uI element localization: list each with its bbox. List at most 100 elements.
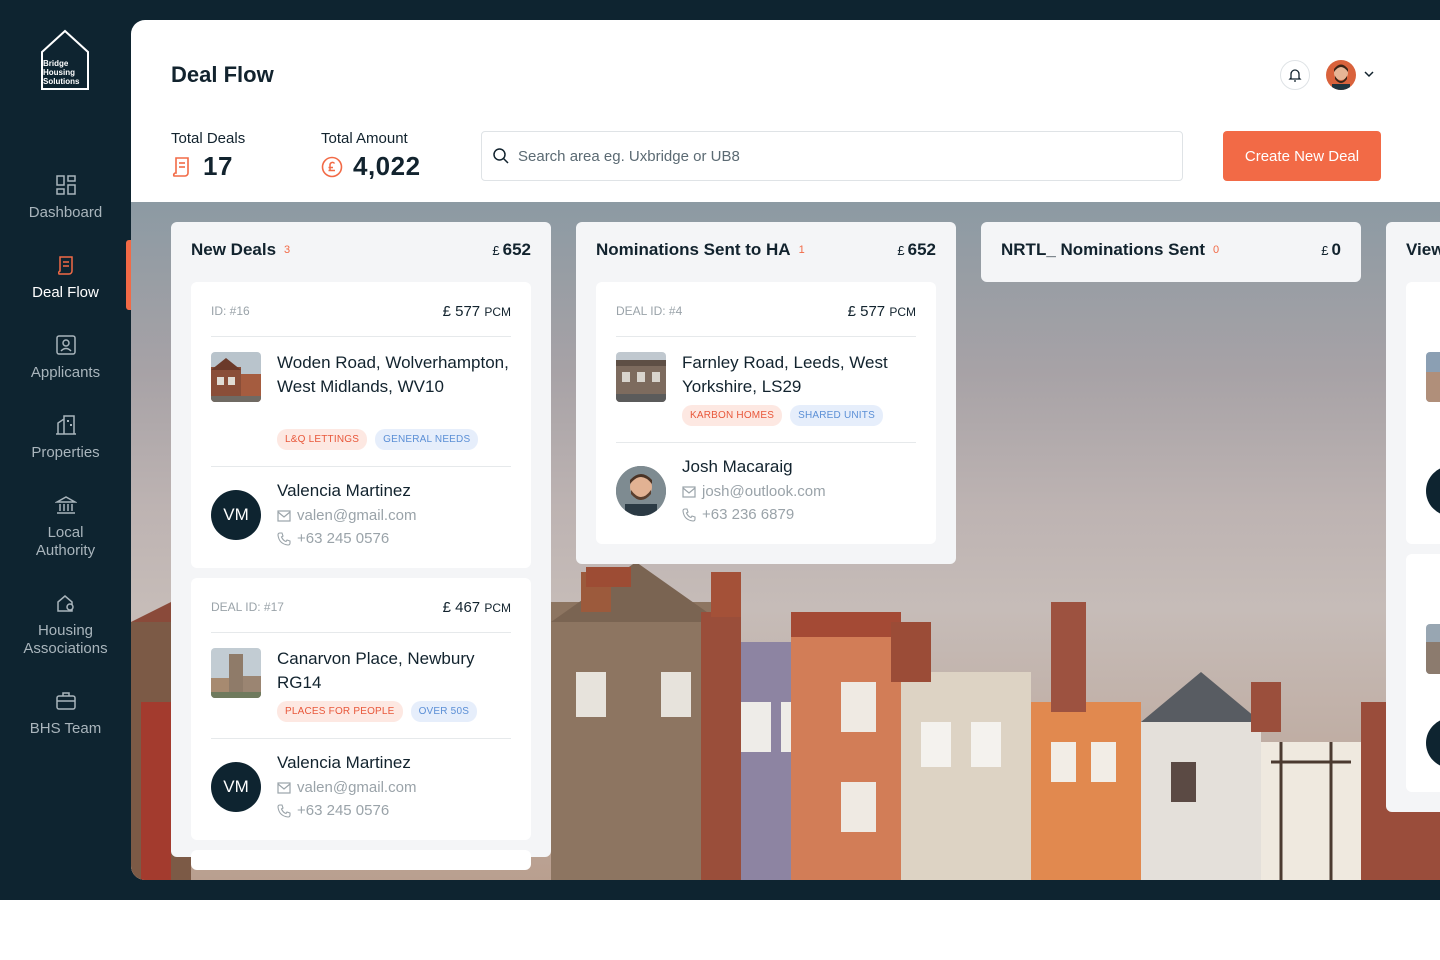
contact-avatar-photo — [616, 466, 666, 516]
deal-price: £ 577 PCM — [847, 302, 916, 320]
mail-icon — [277, 781, 291, 794]
column-amount: £652 — [492, 240, 531, 259]
contact-email[interactable]: valen@gmail.com — [277, 779, 416, 796]
sidebar-item-housing-associations[interactable]: Housing Associations — [0, 592, 131, 658]
column-count: 1 — [798, 244, 805, 256]
contact-phone[interactable]: +63 245 0576 — [277, 530, 389, 547]
contact-avatar: VM — [211, 762, 261, 812]
column-count: 0 — [1213, 244, 1220, 256]
column-title: Nominations Sent to HA — [596, 240, 791, 259]
briefcase-icon — [55, 692, 76, 710]
column-amount: £652 — [897, 240, 936, 259]
property-address: Woden Road, Wolverhampton, West Midlands… — [277, 353, 509, 396]
tag: GENERAL NEEDS — [375, 429, 479, 450]
sidebar-item-label: Deal Flow — [32, 284, 99, 301]
property-address: Farnley Road, Leeds, West Yorkshire, LS2… — [682, 353, 888, 396]
contact-avatar — [1426, 718, 1440, 768]
divider — [211, 632, 511, 633]
mail-icon — [277, 509, 291, 522]
person-photo-icon — [616, 466, 666, 516]
deal-price: £ 577 PCM — [442, 302, 511, 320]
divider — [211, 466, 511, 467]
document-icon — [57, 256, 73, 275]
sidebar-item-bhs-team[interactable]: BHS Team — [0, 690, 131, 738]
notifications-button[interactable] — [1280, 60, 1310, 90]
contact-avatar — [1426, 466, 1440, 516]
divider — [211, 738, 511, 739]
sidebar-item-applicants[interactable]: Applicants — [0, 334, 131, 382]
sidebar-item-label: Dashboard — [28, 204, 103, 221]
property-address: Canarvon Place, Newbury RG14 — [277, 649, 475, 692]
column-title: New Deals — [191, 240, 277, 259]
deal-id: DEAL ID: #4 — [616, 304, 683, 318]
tag: PLACES FOR PEOPLE — [277, 701, 403, 722]
column-nominations-sent-to-ha: Nominations Sent to HA 1 £652 DEAL ID: #… — [576, 222, 956, 564]
divider — [211, 336, 511, 337]
property-thumbnail — [616, 352, 666, 402]
sidebar-item-label: Local Authority — [35, 524, 96, 559]
brand-logo-text: Bridge Housing Solutions — [43, 59, 80, 86]
sidebar: Bridge Housing Solutions Dashboard Deal … — [0, 0, 131, 900]
column-amount: £0 — [1321, 240, 1341, 259]
sidebar-item-label: Applicants — [30, 364, 101, 381]
total-deals-label: Total Deals — [171, 130, 246, 147]
user-photo-icon — [1326, 60, 1356, 90]
chevron-down-icon[interactable] — [1363, 68, 1375, 80]
contact-avatar: VM — [211, 490, 261, 540]
property-thumbnail — [211, 648, 261, 698]
page-title: Deal Flow — [171, 62, 274, 87]
column-count: 3 — [284, 244, 291, 256]
deal-card[interactable]: DEAL ID: #17 £ 467 PCM Canarvon Place, N… — [191, 578, 531, 840]
column-view: View — [1386, 222, 1440, 812]
user-avatar[interactable] — [1326, 60, 1356, 90]
column-new-deals: New Deals 3 £652 ID: #16 £ 577 PCM Woden… — [171, 222, 551, 870]
total-amount-stat: Total Amount 4,022 — [321, 130, 421, 182]
bell-icon — [1288, 69, 1302, 82]
divider — [616, 442, 916, 443]
sidebar-item-label: Properties — [31, 444, 100, 461]
contact-email[interactable]: valen@gmail.com — [277, 507, 416, 524]
document-icon — [172, 156, 189, 177]
contact-phone[interactable]: +63 245 0576 — [277, 802, 389, 819]
tag-list: L&Q LETTINGS GENERAL NEEDS — [277, 429, 479, 450]
create-new-deal-button[interactable]: Create New Deal — [1223, 131, 1381, 181]
sidebar-item-deal-flow[interactable]: Deal Flow — [0, 254, 131, 302]
bank-icon — [54, 496, 77, 514]
deal-card-partial[interactable] — [1406, 282, 1440, 544]
tag: OVER 50S — [410, 701, 478, 722]
house-people-icon — [56, 595, 74, 612]
search-input[interactable] — [518, 147, 1118, 165]
contact-phone[interactable]: +63 236 6879 — [682, 506, 794, 523]
column-nrtl-nominations-sent: NRTL_ Nominations Sent 0 £0 — [981, 222, 1361, 282]
contact-name: Valencia Martinez — [277, 481, 411, 500]
contact-email[interactable]: josh@outlook.com — [682, 483, 826, 500]
deal-card-partial[interactable] — [1406, 554, 1440, 792]
user-badge-icon — [55, 335, 76, 355]
pound-coin-icon — [321, 156, 343, 177]
sidebar-item-label: BHS Team — [29, 720, 102, 737]
app-frame: Bridge Housing Solutions Dashboard Deal … — [0, 0, 1440, 900]
sidebar-item-local-authority[interactable]: Local Authority — [0, 494, 131, 560]
tag-list: KARBON HOMES SHARED UNITS — [682, 405, 883, 426]
brand-logo[interactable]: Bridge Housing Solutions — [40, 28, 90, 92]
contact-name: Josh Macaraig — [682, 457, 793, 476]
search-box[interactable] — [481, 131, 1183, 181]
phone-icon — [277, 803, 291, 818]
deal-card[interactable]: ID: #16 £ 577 PCM Woden Road, Wolverhamp… — [191, 282, 531, 568]
divider — [616, 336, 916, 337]
deal-card-partial[interactable] — [191, 850, 531, 870]
total-amount-value: 4,022 — [353, 151, 421, 181]
deal-card[interactable]: DEAL ID: #4 £ 577 PCM Farnley Road, Leed… — [596, 282, 936, 544]
sidebar-item-properties[interactable]: Properties — [0, 414, 131, 462]
total-amount-label: Total Amount — [321, 130, 408, 147]
sidebar-item-dashboard[interactable]: Dashboard — [0, 174, 131, 222]
column-title: NRTL_ Nominations Sent — [1001, 240, 1206, 259]
contact-name: Valencia Martinez — [277, 753, 411, 772]
tag-list: PLACES FOR PEOPLE OVER 50S — [277, 701, 478, 722]
total-deals-value: 17 — [203, 151, 233, 181]
phone-icon — [277, 531, 291, 546]
total-deals-stat: Total Deals 17 — [171, 130, 245, 182]
property-thumbnail — [211, 352, 261, 402]
property-thumbnail — [1426, 352, 1440, 402]
deal-board: New Deals 3 £652 ID: #16 £ 577 PCM Woden… — [131, 202, 1440, 880]
